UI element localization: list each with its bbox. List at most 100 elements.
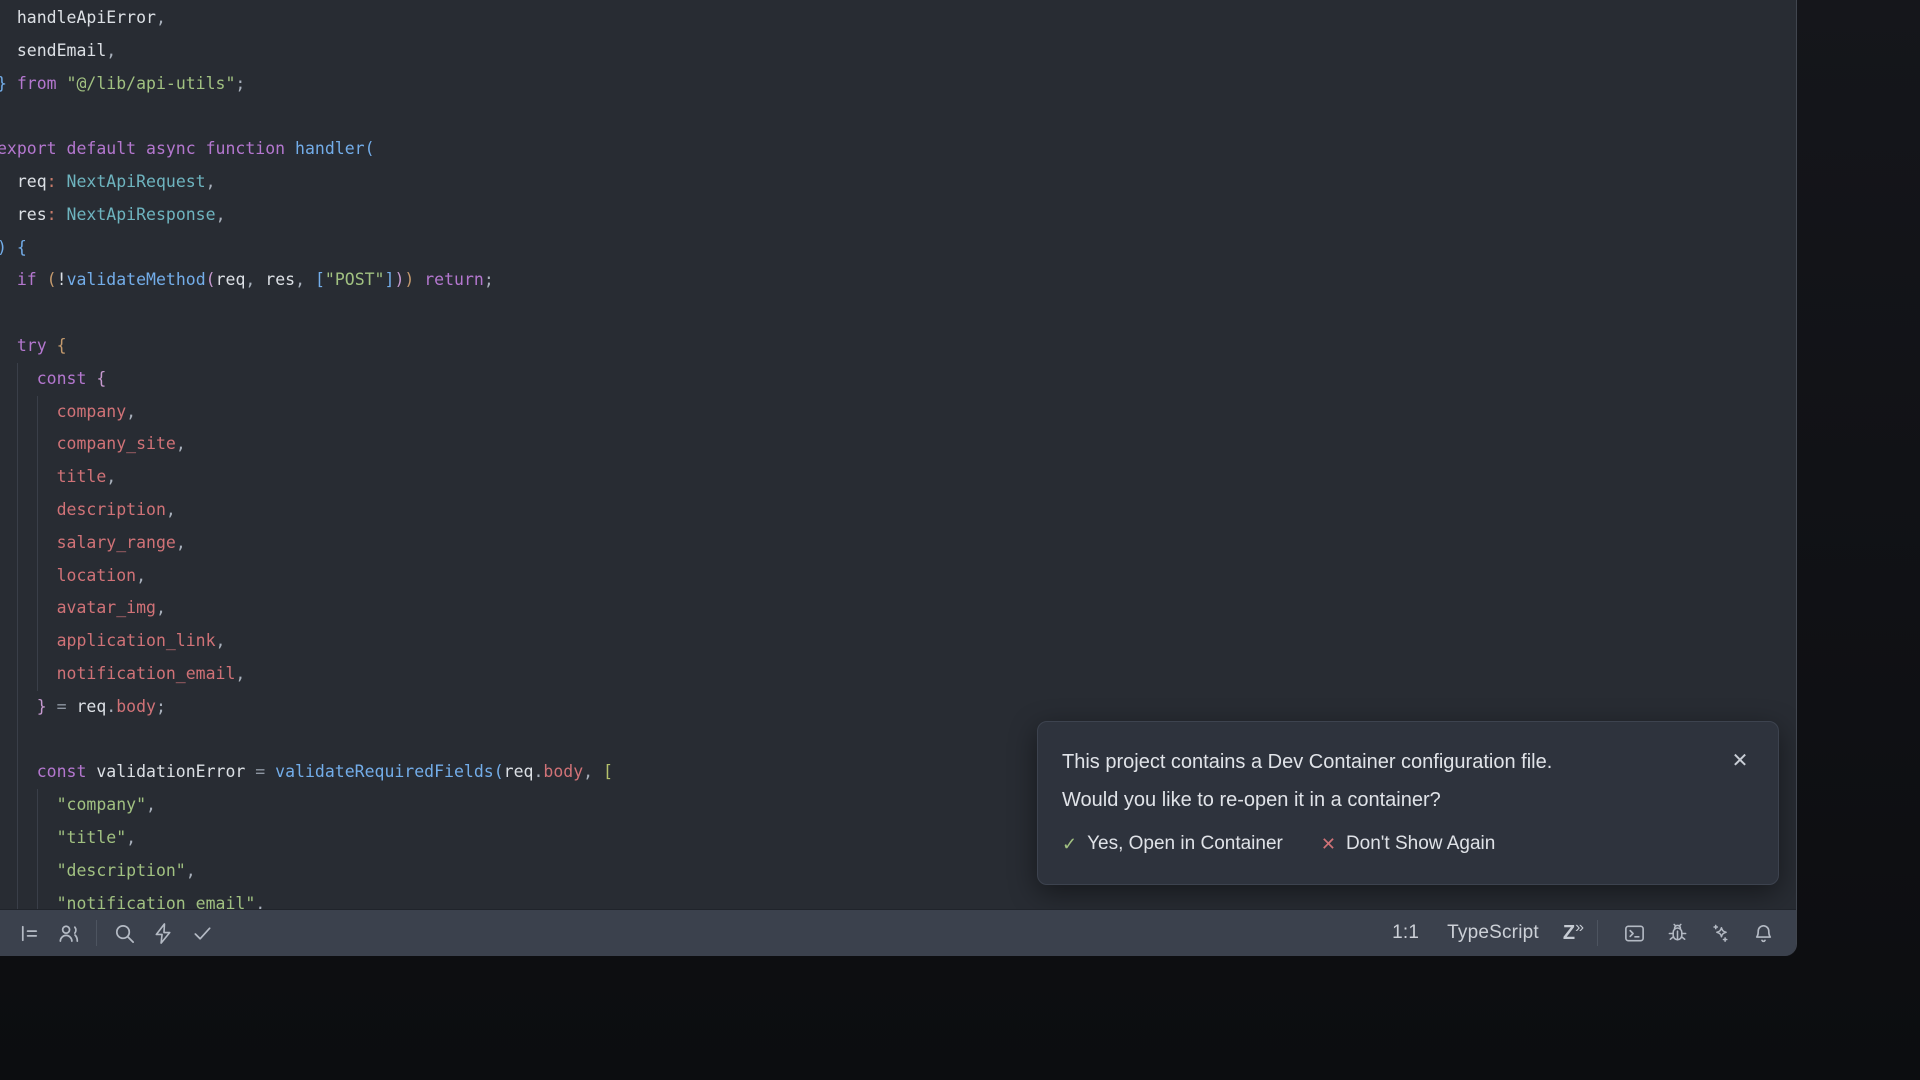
code-token: , bbox=[146, 795, 156, 814]
debugger-button[interactable] bbox=[1660, 916, 1694, 950]
status-bar-divider bbox=[1597, 920, 1598, 946]
code-token: const bbox=[0, 369, 86, 388]
status-bar-right: 1:1 TypeScript Z» bbox=[1392, 916, 1780, 950]
open-in-container-button[interactable]: ✓ Yes, Open in Container bbox=[1062, 833, 1283, 855]
code-token: "description" bbox=[0, 861, 186, 880]
code-token: NextApiRequest bbox=[57, 172, 206, 191]
code-line[interactable]: } from "@/lib/api-utils"; bbox=[0, 68, 1796, 101]
code-token: req bbox=[0, 172, 47, 191]
bug-icon bbox=[1666, 922, 1689, 945]
code-token: description bbox=[0, 500, 166, 519]
check-icon bbox=[191, 922, 214, 945]
code-line[interactable] bbox=[0, 100, 1796, 133]
code-token: "notification_email" bbox=[0, 894, 255, 909]
quick-actions-button[interactable] bbox=[146, 916, 180, 950]
notifications-button[interactable] bbox=[1746, 916, 1780, 950]
code-token: = bbox=[47, 697, 67, 716]
cursor-position[interactable]: 1:1 bbox=[1392, 922, 1419, 944]
code-token: try bbox=[0, 336, 47, 355]
code-token: "@/lib/api-utils" bbox=[57, 74, 236, 93]
code-token: ) bbox=[394, 270, 404, 289]
code-token: , bbox=[216, 205, 226, 224]
code-line[interactable]: const { bbox=[0, 363, 1796, 396]
code-token: , bbox=[156, 8, 166, 27]
code-token: handler bbox=[285, 139, 364, 158]
code-token: validateMethod bbox=[67, 270, 206, 289]
collaboration-button[interactable] bbox=[51, 916, 85, 950]
dont-show-again-button[interactable]: ✕ Don't Show Again bbox=[1321, 833, 1496, 855]
code-token: ( bbox=[494, 762, 504, 781]
code-line[interactable]: export default async function handler( bbox=[0, 133, 1796, 166]
code-line[interactable]: res: NextApiResponse, bbox=[0, 199, 1796, 232]
outline-panel-button[interactable] bbox=[12, 916, 46, 950]
code-token: } bbox=[0, 74, 7, 93]
code-token: validateRequiredFields bbox=[265, 762, 493, 781]
search-button[interactable] bbox=[107, 916, 141, 950]
code-token: , bbox=[295, 270, 305, 289]
status-bar-left bbox=[12, 916, 224, 950]
check-icon: ✓ bbox=[1062, 834, 1077, 855]
code-token: "POST" bbox=[325, 270, 385, 289]
code-line[interactable]: avatar_img, bbox=[0, 592, 1796, 625]
notification-actions: ✓ Yes, Open in Container ✕ Don't Show Ag… bbox=[1062, 833, 1754, 855]
code-line[interactable]: application_link, bbox=[0, 625, 1796, 658]
code-token: , bbox=[106, 467, 116, 486]
code-line[interactable]: "notification_email", bbox=[0, 888, 1796, 909]
code-token: req bbox=[216, 270, 246, 289]
code-line[interactable]: location, bbox=[0, 560, 1796, 593]
code-token: , bbox=[126, 828, 136, 847]
edit-prediction-button[interactable]: Z» bbox=[1563, 923, 1583, 943]
diagnostics-button[interactable] bbox=[185, 916, 219, 950]
code-token: ( bbox=[206, 270, 216, 289]
language-selector[interactable]: TypeScript bbox=[1447, 922, 1539, 944]
code-line[interactable]: title, bbox=[0, 461, 1796, 494]
status-bar-divider bbox=[96, 920, 97, 946]
code-token: , bbox=[166, 500, 176, 519]
code-token: } bbox=[0, 697, 47, 716]
code-line[interactable]: req: NextApiRequest, bbox=[0, 166, 1796, 199]
code-line[interactable]: try { bbox=[0, 330, 1796, 363]
code-line[interactable]: handleApiError, bbox=[0, 2, 1796, 35]
code-line[interactable]: company, bbox=[0, 396, 1796, 429]
code-token: , bbox=[216, 631, 226, 650]
code-line[interactable]: ) { bbox=[0, 232, 1796, 265]
code-token: body bbox=[543, 762, 583, 781]
code-token: ; bbox=[484, 270, 494, 289]
code-token: export default async function bbox=[0, 139, 285, 158]
indent-guide bbox=[17, 363, 18, 909]
dev-container-notification: This project contains a Dev Container co… bbox=[1037, 721, 1779, 885]
close-icon[interactable]: ✕ bbox=[1726, 746, 1754, 774]
code-token: . bbox=[533, 762, 543, 781]
collaboration-icon bbox=[57, 922, 80, 945]
code-line[interactable]: } = req.body; bbox=[0, 691, 1796, 724]
code-token: NextApiResponse bbox=[57, 205, 216, 224]
notification-message-line2: Would you like to re-open it in a contai… bbox=[1062, 781, 1754, 819]
code-line[interactable] bbox=[0, 297, 1796, 330]
code-token: . bbox=[106, 697, 116, 716]
code-token: from bbox=[7, 74, 57, 93]
code-token: "title" bbox=[0, 828, 126, 847]
code-token: : bbox=[47, 205, 57, 224]
code-token: avatar_img bbox=[0, 598, 156, 617]
code-token: res bbox=[0, 205, 47, 224]
terminal-icon bbox=[1623, 922, 1646, 945]
code-token: return bbox=[414, 270, 484, 289]
terminal-button[interactable] bbox=[1617, 916, 1651, 950]
code-line[interactable]: sendEmail, bbox=[0, 35, 1796, 68]
code-token: ( bbox=[37, 270, 57, 289]
code-line[interactable]: salary_range, bbox=[0, 527, 1796, 560]
code-token: const bbox=[0, 762, 86, 781]
code-token: ) { bbox=[0, 238, 27, 257]
code-line[interactable]: if (!validateMethod(req, res, ["POST"]))… bbox=[0, 264, 1796, 297]
code-line[interactable]: company_site, bbox=[0, 428, 1796, 461]
code-line[interactable]: notification_email, bbox=[0, 658, 1796, 691]
code-token: ; bbox=[235, 74, 245, 93]
code-token: location bbox=[0, 566, 136, 585]
x-icon: ✕ bbox=[1321, 834, 1336, 855]
assistant-button[interactable] bbox=[1703, 916, 1737, 950]
code-token: : bbox=[47, 172, 57, 191]
code-line[interactable]: description, bbox=[0, 494, 1796, 527]
code-token: body bbox=[116, 697, 156, 716]
code-token: , bbox=[106, 41, 116, 60]
zap-icon bbox=[152, 922, 175, 945]
